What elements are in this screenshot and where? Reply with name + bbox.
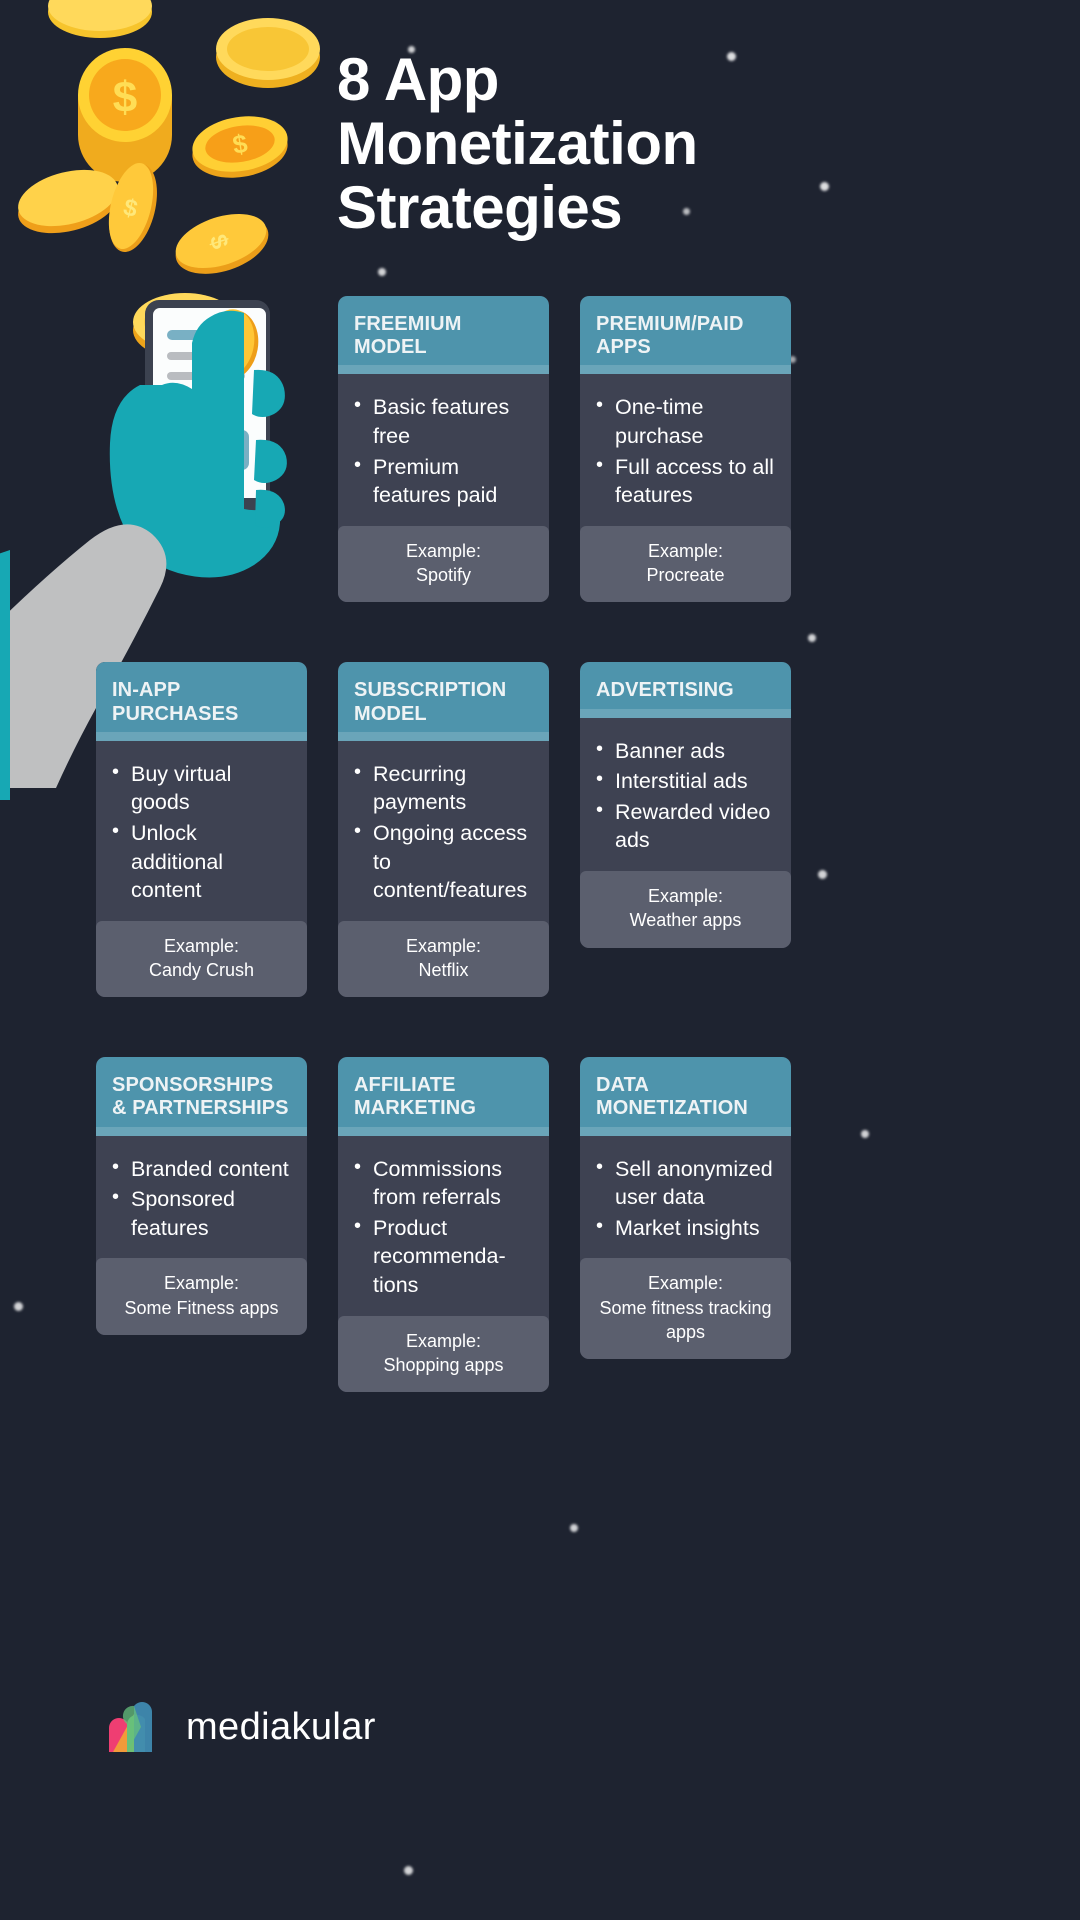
example-label: Example: [405,1330,482,1351]
star [570,1524,578,1532]
example-label: Example: [647,1273,724,1294]
card-body: Recurring payments Ongoing access to con… [338,741,549,921]
card-example: Example: Candy Crush [96,920,307,998]
strategy-card-sponsorships-partnerships[interactable]: SPONSORSHIPS & PARTNERSHIPS Branded cont… [96,1057,307,1392]
example-label: Example: [405,540,482,561]
card-row-3: SPONSORSHIPS & PARTNERSHIPS Branded cont… [96,1057,992,1393]
card-title: SPONSORSHIPS & PARTNERSHIPS [112,1074,289,1120]
card-header: SUBSCRIPTION MODEL [338,662,549,742]
card-bullet: Basic features free [352,392,535,450]
card-bullet: Full access to all features [594,452,777,510]
card-bullet: One-time purchase [594,392,777,450]
strategy-card-freemium-model[interactable]: FREEMIUM MODEL Basic features free Premi… [338,296,549,603]
example-value: Weather apps [629,910,742,931]
strategy-card-advertising[interactable]: ADVERTISING Banner ads Interstitial ads … [580,662,791,997]
card-body: Buy virtual goods Unlock additional cont… [96,741,307,921]
card-bullet: Commissions from referrals [352,1154,535,1212]
card-bullet: Banner ads [594,736,777,766]
example-label: Example: [163,1273,240,1294]
title-line-3: Strategies [337,174,623,242]
star [820,182,829,191]
card-title: IN-APP PURCHASES [112,679,239,725]
strategy-card-grid: FREEMIUM MODEL Basic features free Premi… [96,296,992,1452]
card-body: Banner ads Interstitial ads Rewarded vid… [580,718,791,871]
card-example: Example: Spotify [338,525,549,603]
card-title: DATA MONETIZATION [596,1074,748,1120]
card-header: DATA MONETIZATION [580,1057,791,1137]
page-title: 8 App Monetization Strategies [337,46,797,242]
card-example: Example: Shopping apps [338,1315,549,1393]
card-title: FREEMIUM MODEL [354,313,462,359]
card-bullet: Recurring payments [352,759,535,817]
card-bullet: Sell anonymized user data [594,1154,777,1212]
example-label: Example: [163,935,240,956]
card-header: PREMIUM/PAID APPS [580,296,791,375]
card-title: ADVERTISING [596,679,734,702]
card-bullet: Interstitial ads [594,766,777,796]
card-example: Example: Weather apps [580,870,791,948]
card-bullet: Product recommenda-tions [352,1213,535,1300]
example-value: Procreate [646,565,725,586]
example-label: Example: [405,935,482,956]
card-bullet-list: One-time purchase Full access to all fea… [594,392,777,510]
example-label: Example: [647,540,724,561]
card-body: Branded content Sponsored features [96,1136,307,1259]
grid-spacer [96,296,307,602]
card-row-1: FREEMIUM MODEL Basic features free Premi… [96,296,992,603]
card-header: AFFILIATE MARKETING [338,1057,549,1137]
card-title: AFFILIATE MARKETING [354,1074,477,1120]
card-header: ADVERTISING [580,662,791,718]
card-title: SUBSCRIPTION MODEL [354,679,507,725]
card-example: Example: Some Fitness apps [96,1258,307,1336]
card-example: Example: Procreate [580,525,791,603]
strategy-card-affiliate-marketing[interactable]: AFFILIATE MARKETING Commissions from ref… [338,1057,549,1393]
example-value: Candy Crush [148,959,255,980]
card-example: Example: Netflix [338,920,549,998]
mediakular-m-logo-icon [103,1694,165,1761]
card-bullet: Branded content [110,1154,293,1184]
card-header: FREEMIUM MODEL [338,296,549,375]
star [378,268,386,276]
card-body: Sell anonymized user data Market insight… [580,1136,791,1259]
card-bullet: Market insights [594,1213,777,1243]
strategy-card-subscription-model[interactable]: SUBSCRIPTION MODEL Recurring payments On… [338,662,549,998]
card-bullet-list: Buy virtual goods Unlock additional cont… [110,759,293,905]
card-bullet: Ongoing access to content/features [352,818,535,905]
title-line-1: 8 App [337,46,499,113]
strategy-card-in-app-purchases[interactable]: IN-APP PURCHASES Buy virtual goods Unloc… [96,662,307,998]
example-value: Shopping apps [383,1354,504,1375]
card-bullet: Rewarded video ads [594,797,777,855]
card-bullet-list: Banner ads Interstitial ads Rewarded vid… [594,736,777,855]
card-body: Basic features free Premium features pai… [338,374,549,525]
card-bullet: Unlock additional content [110,818,293,905]
card-bullet: Premium features paid [352,452,535,510]
example-value: Spotify [415,565,472,586]
card-title: PREMIUM/PAID APPS [596,313,744,359]
title-line-2: Monetization [337,110,698,178]
card-bullet-list: Sell anonymized user data Market insight… [594,1154,777,1243]
card-bullet: Buy virtual goods [110,759,293,817]
svg-text:$: $ [113,73,137,122]
star [14,1302,23,1311]
card-bullet: Sponsored features [110,1184,293,1242]
example-value: Some Fitness apps [124,1297,279,1318]
example-label: Example: [647,885,724,906]
card-body: One-time purchase Full access to all fea… [580,374,791,525]
brand-name: mediakular [186,1706,376,1748]
strategy-card-premium-paid-apps[interactable]: PREMIUM/PAID APPS One-time purchase Full… [580,296,791,603]
star [404,1866,413,1875]
card-header: SPONSORSHIPS & PARTNERSHIPS [96,1057,307,1137]
card-row-2: IN-APP PURCHASES Buy virtual goods Unloc… [96,662,992,998]
card-example: Example: Some fitness tracking apps [580,1258,791,1360]
example-value: Netflix [418,959,469,980]
card-bullet-list: Commissions from referrals Product recom… [352,1154,535,1300]
footer-logo[interactable]: mediakular [103,1694,376,1761]
card-body: Commissions from referrals Product recom… [338,1136,549,1316]
card-bullet-list: Recurring payments Ongoing access to con… [352,759,535,905]
example-value: Some fitness tracking apps [599,1297,772,1343]
card-header: IN-APP PURCHASES [96,662,307,742]
strategy-card-data-monetization[interactable]: DATA MONETIZATION Sell anonymized user d… [580,1057,791,1392]
card-bullet-list: Branded content Sponsored features [110,1154,293,1243]
card-bullet-list: Basic features free Premium features pai… [352,392,535,510]
